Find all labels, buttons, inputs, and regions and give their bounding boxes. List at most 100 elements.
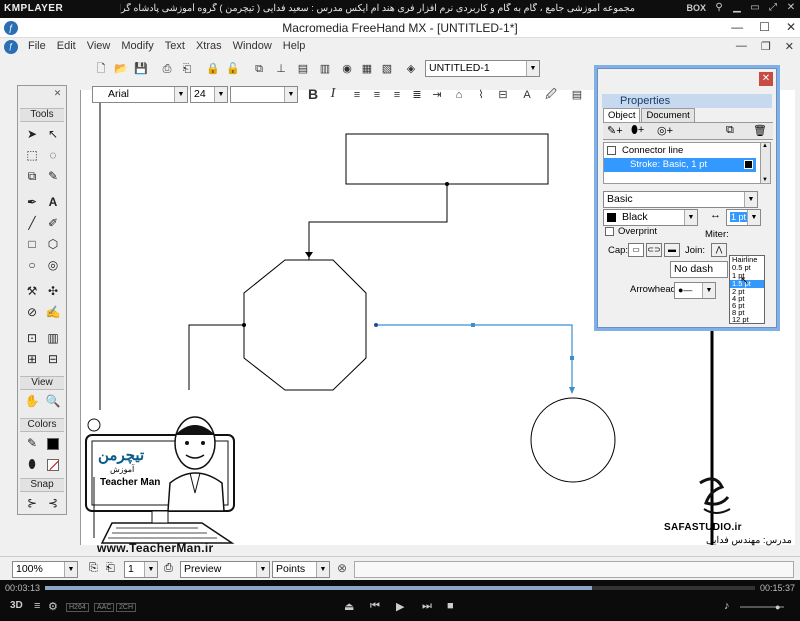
color-mixer-icon[interactable]: ◉ <box>338 60 356 78</box>
eject-icon[interactable]: ⏏ <box>344 600 354 613</box>
pen-tool-icon[interactable]: ✒ <box>22 192 42 212</box>
tab-object[interactable]: Object <box>603 108 641 122</box>
menu-view[interactable]: View <box>87 40 111 52</box>
tools-close-icon[interactable]: ✕ <box>52 88 63 99</box>
group-icon[interactable]: ⧉ <box>250 60 268 78</box>
maximize-icon[interactable]: ▭ <box>750 2 760 13</box>
italic-button[interactable]: I <box>324 85 342 103</box>
save-icon[interactable]: 💾 <box>132 60 150 78</box>
zoom-select[interactable]: 100% ▼ <box>12 561 78 578</box>
menu-text[interactable]: Text <box>165 40 185 52</box>
page-next-icon[interactable]: ⎙ <box>164 562 173 575</box>
hand-tool-icon[interactable]: ✋ <box>22 391 42 411</box>
properties-close-icon[interactable]: ✕ <box>759 72 773 86</box>
snap-to-object-icon[interactable]: ⊰ <box>43 493 63 513</box>
document-icon[interactable]: ƒ <box>4 40 18 54</box>
menu-help[interactable]: Help <box>283 40 306 52</box>
play-icon[interactable]: ▶ <box>396 600 404 613</box>
menu-edit[interactable]: Edit <box>57 40 76 52</box>
align-right-icon[interactable]: ≡ <box>388 86 406 104</box>
indent-icon[interactable]: ⇥ <box>428 86 446 104</box>
open-folder-icon[interactable]: 📂 <box>112 60 130 78</box>
stop-icon[interactable]: ■ <box>447 600 454 612</box>
text-tool-icon[interactable]: A <box>43 192 63 212</box>
units-select[interactable]: Points ▼ <box>272 561 330 578</box>
chevron-down-icon[interactable]: ▼ <box>526 61 539 76</box>
app-maximize-icon[interactable]: ☐ <box>759 20 770 34</box>
bucket-tool-icon[interactable]: ⊘ <box>22 302 42 322</box>
chevron-down-icon[interactable]: ▼ <box>702 283 715 298</box>
eyedropper-tool-icon[interactable]: ✎ <box>43 166 63 186</box>
convert-text-icon[interactable]: A <box>518 86 536 104</box>
page-select[interactable]: 1 ▼ <box>124 561 158 578</box>
doc-minimize-icon[interactable]: — <box>736 40 747 53</box>
snap-to-point-icon[interactable]: ⊱ <box>22 493 42 513</box>
list-item-selected[interactable]: Stroke: Basic, 1 pt <box>604 158 756 172</box>
brush-tool-icon[interactable]: ✍ <box>43 302 63 322</box>
rectangle-tool-icon[interactable]: □ <box>22 234 42 254</box>
new-file-icon[interactable]: 🗋 <box>92 60 110 78</box>
line-tool-icon[interactable]: ╱ <box>22 213 42 233</box>
properties-list-scrollbar[interactable]: ▲ ▼ <box>760 142 771 184</box>
font-style-select[interactable]: ▼ <box>230 86 298 103</box>
3d-icon[interactable]: 3D <box>10 600 23 611</box>
view-mode-select[interactable]: Preview ▼ <box>180 561 270 578</box>
volume-knob-icon[interactable]: ● <box>775 602 780 612</box>
prev-icon[interactable]: ⏮ <box>370 600 380 613</box>
align-justify-icon[interactable]: ≣ <box>408 86 426 104</box>
chevron-down-icon[interactable]: ▼ <box>284 87 297 102</box>
bold-button[interactable]: B <box>304 85 322 103</box>
settings-icon[interactable]: ⚙ <box>48 600 58 613</box>
import-icon[interactable]: ⎙ <box>158 60 176 78</box>
align-icon[interactable]: ⊥ <box>272 60 290 78</box>
flow-text-icon[interactable]: ⌇ <box>472 86 490 104</box>
subselect-tool-icon[interactable]: ↖ <box>43 124 63 144</box>
circle-shape[interactable] <box>530 397 616 483</box>
menu-xtras[interactable]: Xtras <box>196 40 222 52</box>
font-family-select[interactable]: Arial ▼ <box>92 86 188 103</box>
chevron-down-icon[interactable]: ▼ <box>747 210 760 225</box>
add-stroke-icon[interactable]: ✎+ <box>607 124 623 137</box>
playlist-icon[interactable]: ≡ <box>34 600 40 612</box>
chart-tool-icon[interactable]: ▥ <box>43 328 63 348</box>
properties-title[interactable]: Properties <box>602 94 772 108</box>
swatches-icon[interactable]: ▦ <box>358 60 376 78</box>
stroke-type-select[interactable]: Basic ▼ <box>603 191 758 208</box>
dash-select[interactable]: No dash <box>670 261 728 278</box>
polygon-tool-icon[interactable]: ⬡ <box>43 234 63 254</box>
pointer-tool-icon[interactable]: ➤ <box>22 124 42 144</box>
lasso-tool-icon[interactable]: ◌ <box>43 145 63 165</box>
detach-icon[interactable]: ⊟ <box>494 86 512 104</box>
fill-swatch[interactable] <box>43 454 63 474</box>
font-size-select[interactable]: 24 ▼ <box>190 86 228 103</box>
attach-text-icon[interactable]: ⌂ <box>450 86 468 104</box>
menu-modify[interactable]: Modify <box>121 40 153 52</box>
chevron-down-icon[interactable]: ▼ <box>144 562 157 577</box>
fullscreen-icon[interactable]: ⤢ <box>768 2 778 13</box>
stroke-width-select[interactable]: 1 pt ▼ <box>726 209 761 226</box>
chevron-down-icon[interactable]: ▼ <box>744 192 757 207</box>
hierarchy-tool-icon[interactable]: ⊟ <box>43 349 63 369</box>
cancel-render-icon[interactable]: ⊗ <box>337 561 347 575</box>
duplicate-icon[interactable]: ⧉ <box>726 124 734 137</box>
mute-icon[interactable]: ♪ <box>724 600 730 612</box>
next-icon[interactable]: ⏭ <box>422 600 432 613</box>
scale-tool-icon[interactable]: ⧉ <box>22 166 42 186</box>
ellipse-tool-icon[interactable]: ○ <box>22 255 42 275</box>
pin-icon[interactable]: ⚲ <box>714 2 724 13</box>
add-effect-icon[interactable]: ◎+ <box>657 124 673 137</box>
layers-icon[interactable]: ◈ <box>402 60 420 78</box>
stroke-swatch[interactable] <box>43 433 63 453</box>
app-minimize-icon[interactable]: — <box>731 20 743 34</box>
chevron-down-icon[interactable]: ▼ <box>256 562 269 577</box>
spiral-tool-icon[interactable]: ◎ <box>43 255 63 275</box>
square-cap-icon[interactable]: ▬ <box>664 243 680 257</box>
chevron-down-icon[interactable]: ▼ <box>174 87 187 102</box>
add-fill-icon[interactable]: ⬮+ <box>631 124 644 137</box>
trash-icon[interactable]: 🗑 <box>753 124 767 137</box>
seek-bar[interactable] <box>45 586 755 590</box>
text-editor-icon[interactable]: 🖉 <box>542 86 560 104</box>
stroke-color-select[interactable]: Black ▼ <box>603 209 698 226</box>
list-item[interactable]: Connector line <box>604 144 754 158</box>
export-icon[interactable]: ⎗ <box>178 60 196 78</box>
